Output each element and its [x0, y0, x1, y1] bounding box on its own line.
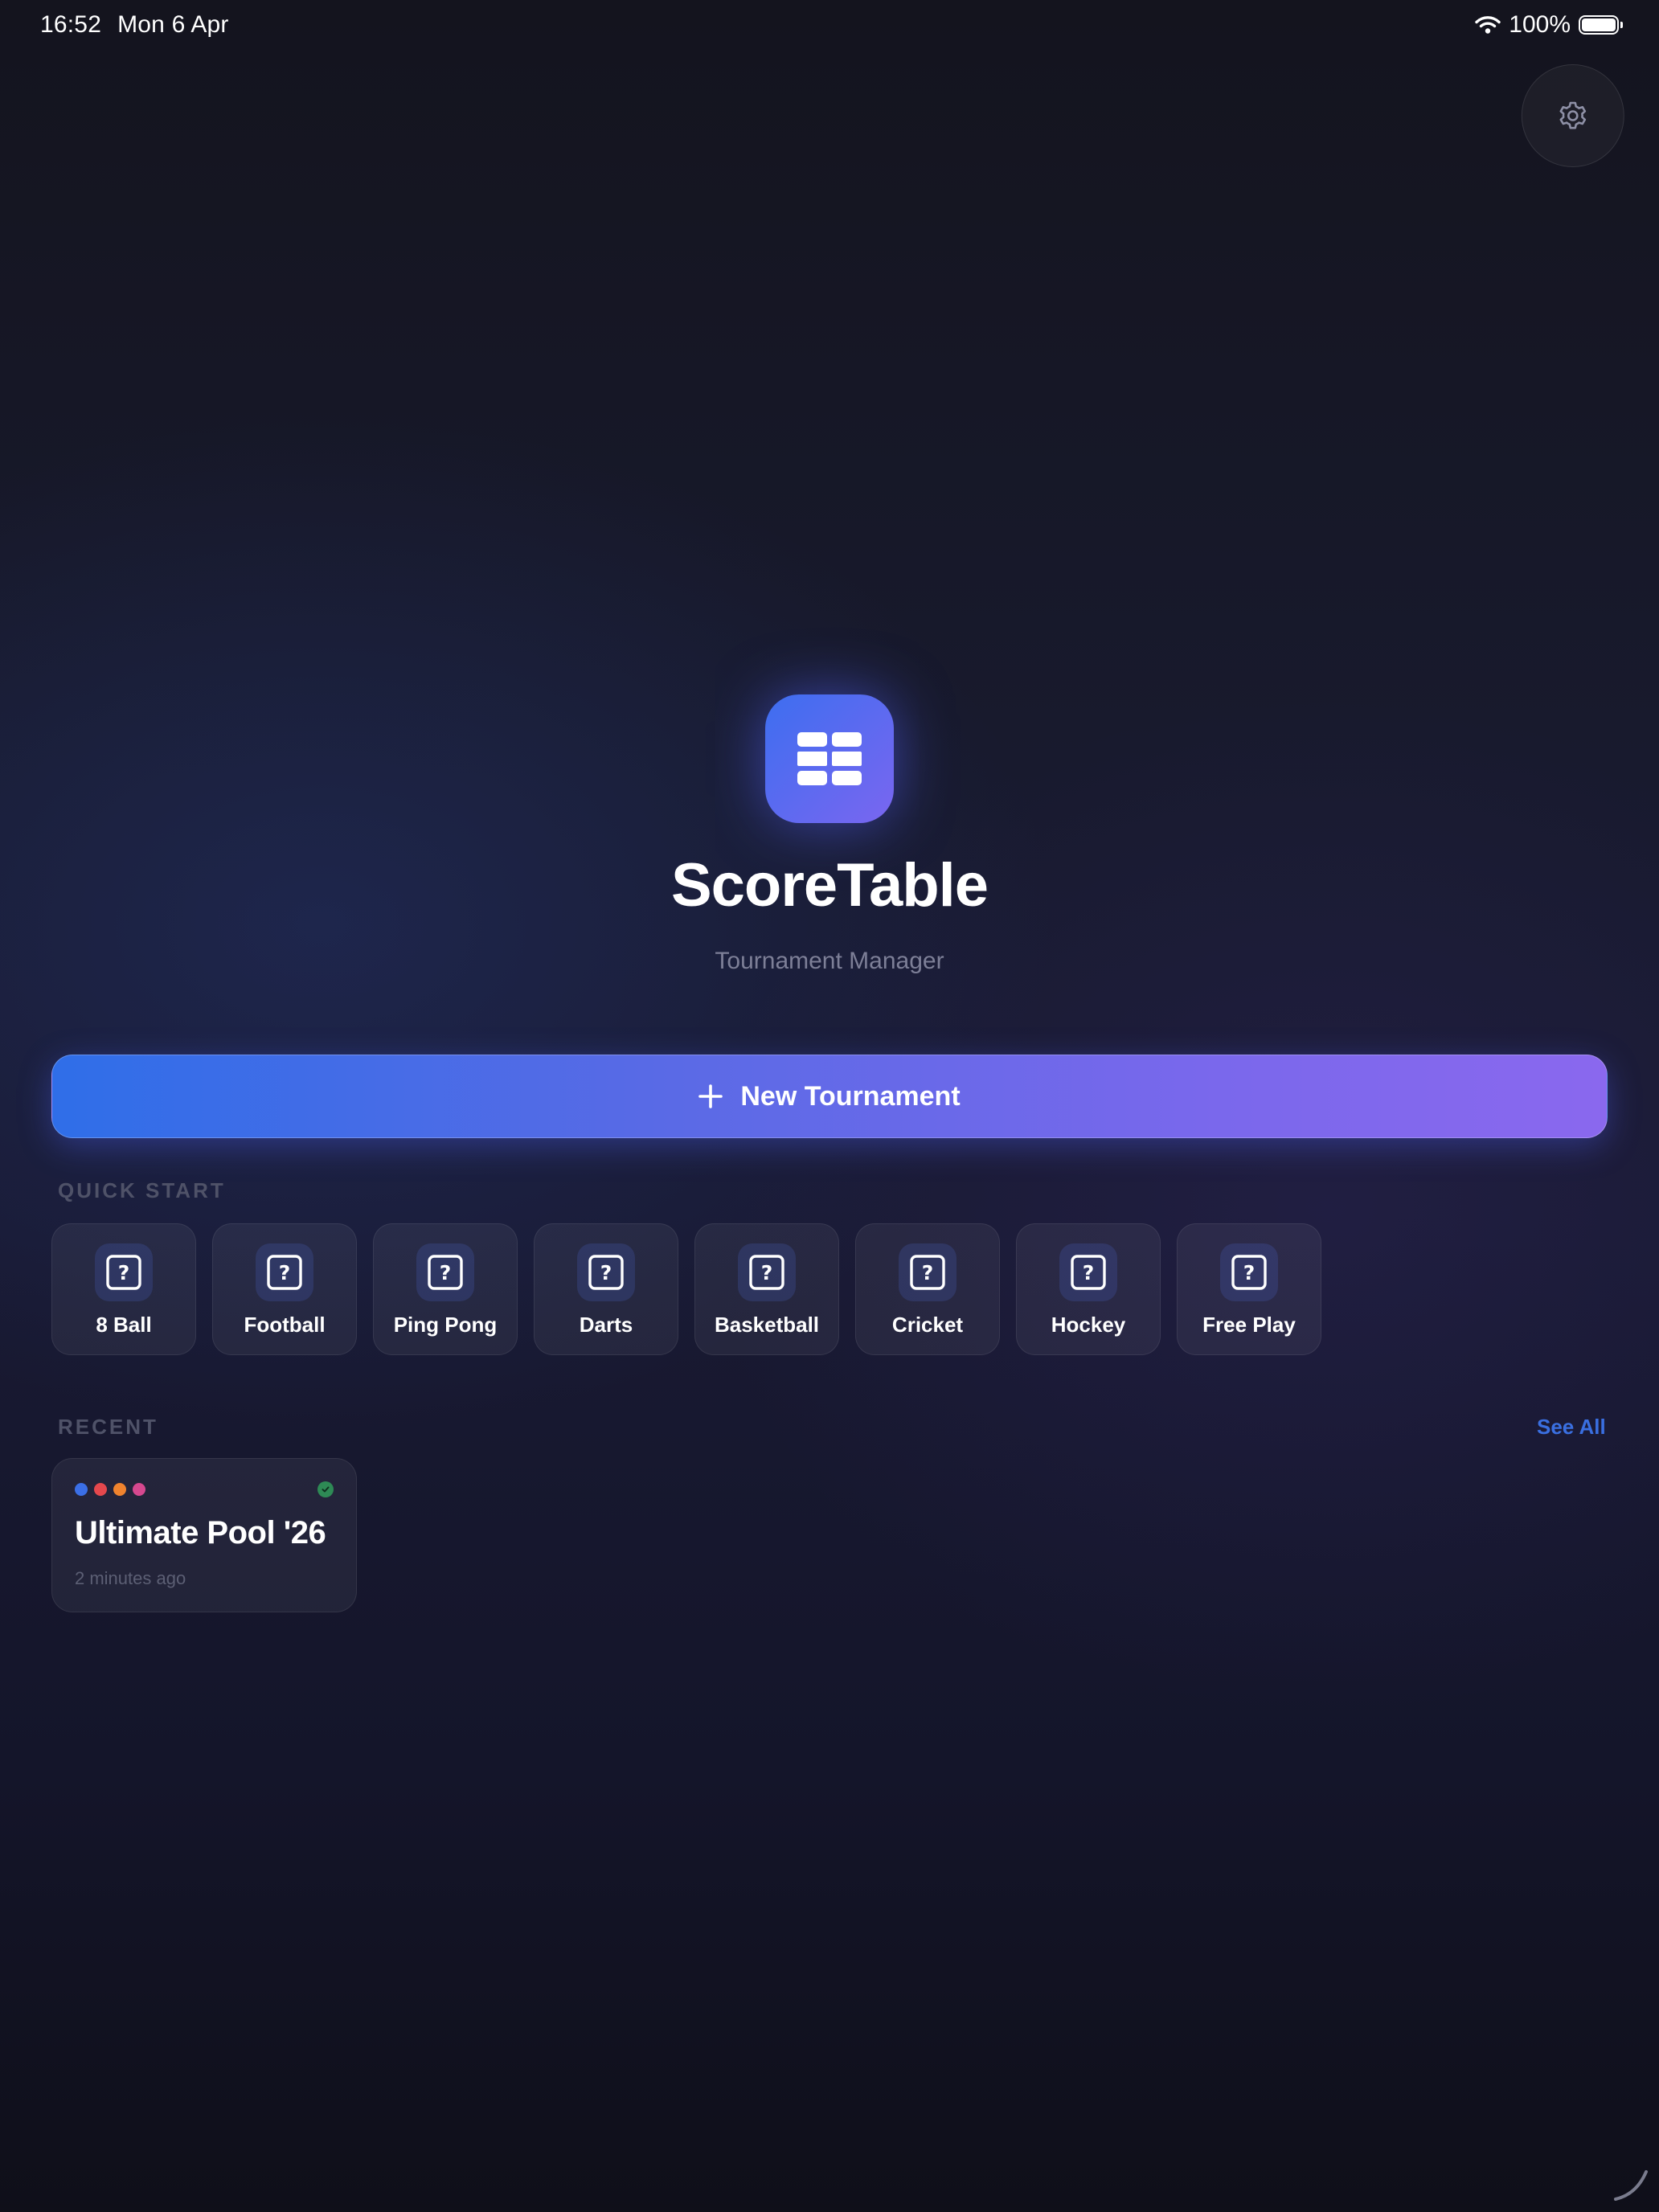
- quick-start-label: Ping Pong: [393, 1313, 498, 1337]
- question-square-icon: ?: [1071, 1255, 1106, 1290]
- question-square-icon: ?: [588, 1255, 624, 1290]
- quick-start-icon-box: ?: [577, 1243, 635, 1301]
- quick-start-darts[interactable]: ? Darts: [534, 1223, 678, 1355]
- recent-tournament-time: 2 minutes ago: [75, 1568, 186, 1588]
- quick-start-label: Cricket: [891, 1313, 964, 1337]
- recent-heading: RECENT: [58, 1415, 158, 1439]
- quick-start-icon-box: ?: [95, 1243, 153, 1301]
- settings-button[interactable]: [1521, 64, 1624, 167]
- quick-start-cricket[interactable]: ? Cricket: [855, 1223, 1000, 1355]
- quick-start-hockey[interactable]: ? Hockey: [1016, 1223, 1161, 1355]
- question-square-icon: ?: [428, 1255, 463, 1290]
- status-date: Mon 6 Apr: [117, 11, 229, 38]
- player-color-dot: [75, 1483, 88, 1496]
- question-square-icon: ?: [267, 1255, 302, 1290]
- status-time: 16:52: [40, 11, 102, 38]
- quick-start-8-ball[interactable]: ? 8 Ball: [51, 1223, 196, 1355]
- quick-start-icon-box: ?: [256, 1243, 313, 1301]
- question-square-icon: ?: [910, 1255, 945, 1290]
- quick-start-free-play[interactable]: ? Free Play: [1177, 1223, 1321, 1355]
- battery-fill: [1582, 18, 1616, 31]
- quick-start-heading: QUICK START: [58, 1178, 226, 1202]
- svg-text:?: ?: [1243, 1261, 1256, 1284]
- question-square-icon: ?: [749, 1255, 784, 1290]
- player-color-dot: [113, 1483, 126, 1496]
- question-square-icon: ?: [106, 1255, 141, 1290]
- quick-start-icon-box: ?: [738, 1243, 796, 1301]
- see-all-link[interactable]: See All: [1537, 1415, 1606, 1440]
- player-color-dot: [133, 1483, 145, 1496]
- question-square-icon: ?: [1231, 1255, 1267, 1290]
- quick-start-label: Football: [244, 1313, 326, 1337]
- recent-tournament-card[interactable]: Ultimate Pool '26 2 minutes ago: [51, 1458, 357, 1612]
- app-subtitle: Tournament Manager: [715, 948, 944, 974]
- battery-icon: [1579, 15, 1623, 35]
- quick-start-list: ? 8 Ball? Football? Ping Pong? Darts? Basketb…: [51, 1223, 1321, 1355]
- table-grid-icon: [797, 732, 862, 785]
- plus-icon: [698, 1084, 723, 1108]
- check-circle-icon: [317, 1481, 334, 1497]
- gear-icon: [1559, 101, 1587, 129]
- quick-start-icon-box: ?: [899, 1243, 956, 1301]
- new-tournament-label: New Tournament: [740, 1080, 961, 1112]
- quick-start-label: Hockey: [1051, 1313, 1126, 1337]
- app-title: ScoreTable: [670, 851, 989, 920]
- quick-start-ping-pong[interactable]: ? Ping Pong: [373, 1223, 518, 1355]
- corner-indicator-icon: [1614, 2170, 1648, 2201]
- player-color-dots: [75, 1483, 145, 1496]
- battery-percentage: 100%: [1509, 11, 1571, 38]
- svg-text:?: ?: [440, 1261, 452, 1284]
- svg-text:?: ?: [279, 1261, 291, 1284]
- svg-text:?: ?: [1083, 1261, 1095, 1284]
- quick-start-icon-box: ?: [416, 1243, 474, 1301]
- svg-text:?: ?: [922, 1261, 934, 1284]
- svg-text:?: ?: [600, 1261, 612, 1284]
- player-color-dot: [94, 1483, 107, 1496]
- recent-tournament-title: Ultimate Pool '26: [75, 1515, 326, 1550]
- quick-start-basketball[interactable]: ? Basketball: [694, 1223, 839, 1355]
- quick-start-label: Free Play: [1202, 1313, 1296, 1337]
- app-logo: [765, 694, 894, 823]
- svg-text:?: ?: [761, 1261, 773, 1284]
- quick-start-football[interactable]: ? Football: [212, 1223, 357, 1355]
- quick-start-label: Darts: [579, 1313, 633, 1337]
- new-tournament-button[interactable]: New Tournament: [51, 1055, 1608, 1138]
- quick-start-label: 8 Ball: [96, 1313, 152, 1337]
- svg-text:?: ?: [118, 1261, 130, 1284]
- quick-start-label: Basketball: [714, 1313, 820, 1337]
- quick-start-icon-box: ?: [1220, 1243, 1278, 1301]
- quick-start-icon-box: ?: [1059, 1243, 1117, 1301]
- wifi-icon: [1475, 16, 1501, 34]
